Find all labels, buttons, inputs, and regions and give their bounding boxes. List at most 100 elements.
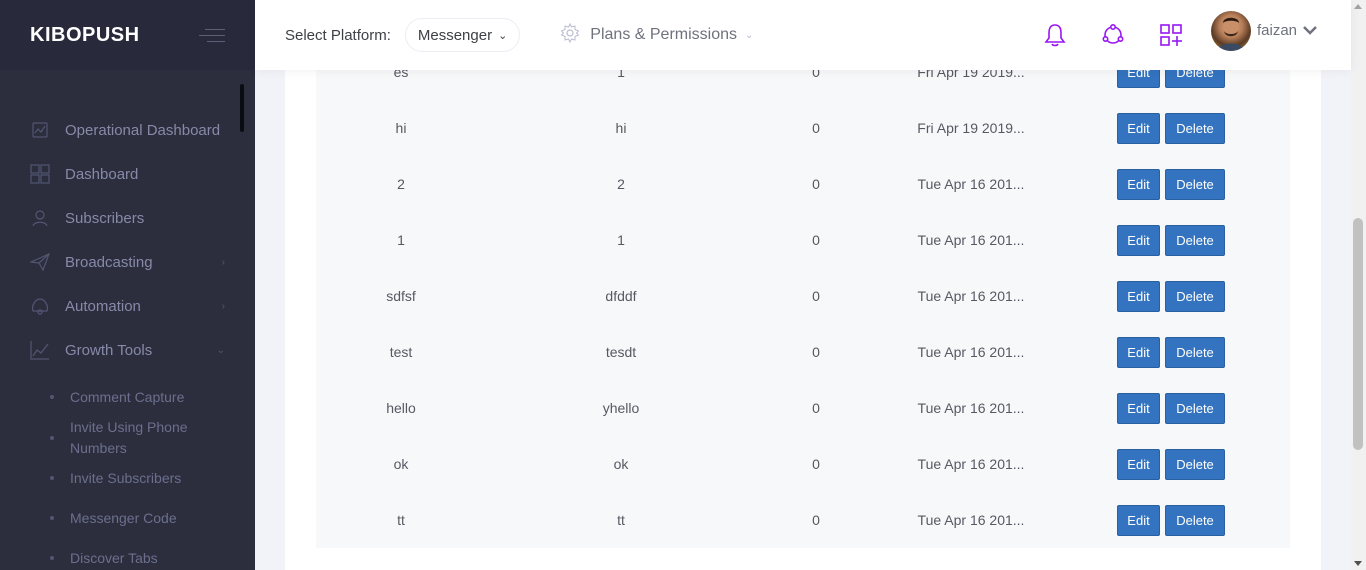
- sidebar-item-label: Operational Dashboard: [65, 121, 221, 139]
- cell-actions: Edit Delete: [1106, 380, 1236, 436]
- delete-button[interactable]: Delete: [1165, 280, 1225, 312]
- sidebar-item-label: Growth Tools: [65, 341, 153, 359]
- delete-button[interactable]: Delete: [1165, 168, 1225, 200]
- cell-name: tt: [397, 512, 405, 528]
- cell-date: Fri Apr 19 2019...: [917, 120, 1025, 136]
- cell-count: 0: [812, 400, 820, 416]
- delete-button[interactable]: Delete: [1165, 112, 1225, 144]
- edit-button[interactable]: Edit: [1117, 504, 1160, 536]
- cell-date: Tue Apr 16 201...: [917, 232, 1025, 248]
- cell-date: Tue Apr 16 201...: [917, 288, 1025, 304]
- table-row: 1 1 0 Tue Apr 16 201... Edit Delete: [316, 212, 1290, 268]
- edit-button[interactable]: Edit: [1117, 448, 1160, 480]
- sidebar-subitem-comment-capture[interactable]: Comment Capture: [0, 382, 255, 412]
- cell-name: 1: [397, 232, 405, 248]
- sidebar-subitem-label: Comment Capture: [70, 388, 185, 405]
- cell-count: 0: [812, 512, 820, 528]
- edit-button[interactable]: Edit: [1117, 168, 1160, 200]
- sidebar-item-automation[interactable]: Automation ›: [0, 284, 255, 328]
- sidebar-subitem-label: Messenger Code: [70, 509, 177, 526]
- cell-value: ok: [613, 456, 629, 472]
- cell-value: 1: [617, 232, 625, 248]
- sidebar-item-dashboard[interactable]: Dashboard: [0, 152, 255, 196]
- sidebar-subitem-label: Discover Tabs: [70, 549, 158, 566]
- cell-actions: Edit Delete: [1106, 268, 1236, 324]
- brand-logo[interactable]: KIBOPUSH: [30, 24, 140, 47]
- sidebar-item-subscribers[interactable]: Subscribers: [0, 196, 255, 240]
- sidebar-item-operational-dashboard[interactable]: Operational Dashboard: [0, 108, 255, 152]
- edit-button[interactable]: Edit: [1117, 392, 1160, 424]
- chevron-down-icon: ⌄: [745, 29, 754, 41]
- automation-icon: [30, 296, 50, 316]
- cell-name: ok: [393, 456, 409, 472]
- scroll-up-icon[interactable]: [1354, 4, 1362, 9]
- sidebar-item-growth-tools[interactable]: Growth Tools ⌄: [0, 328, 255, 372]
- delete-button[interactable]: Delete: [1165, 336, 1225, 368]
- cell-count: 0: [812, 232, 820, 248]
- cell-name: hello: [386, 400, 416, 416]
- delete-button[interactable]: Delete: [1165, 392, 1225, 424]
- cell-count: 0: [812, 120, 820, 136]
- cell-value: tt: [617, 512, 625, 528]
- top-header: Select Platform: Messenger ⌄ Plans & Per…: [255, 0, 1351, 70]
- cell-count: 0: [812, 344, 820, 360]
- platform-select[interactable]: Messenger ⌄: [404, 18, 521, 52]
- delete-button[interactable]: Delete: [1165, 224, 1225, 256]
- table-row: hello yhello 0 Tue Apr 16 201... Edit De…: [316, 380, 1290, 436]
- sidebar-subitem-invite-phone[interactable]: Invite Using Phone Numbers: [0, 412, 230, 464]
- bullet-icon: [50, 516, 54, 520]
- cell-actions: Edit Delete: [1106, 324, 1236, 380]
- operational-dashboard-icon: [30, 120, 50, 140]
- sidebar-item-label: Broadcasting: [65, 253, 153, 271]
- edit-button[interactable]: Edit: [1117, 336, 1160, 368]
- sidebar-subitem-discover-tabs[interactable]: Discover Tabs: [0, 544, 255, 570]
- sidebar-subitem-messenger-code[interactable]: Messenger Code: [0, 492, 255, 544]
- cell-value: yhello: [602, 400, 640, 416]
- data-table: es 1 0 Fri Apr 19 2019... Edit Delete hi…: [316, 44, 1290, 548]
- username[interactable]: faizan: [1257, 22, 1297, 39]
- delete-button[interactable]: Delete: [1165, 504, 1225, 536]
- network-icon[interactable]: [1098, 20, 1128, 50]
- sidebar-subitem-label: Invite Subscribers: [70, 469, 182, 486]
- platform-label: Select Platform:: [285, 26, 391, 44]
- brand-bar: KIBOPUSH: [0, 0, 255, 70]
- cell-date: Tue Apr 16 201...: [917, 512, 1025, 528]
- edit-button[interactable]: Edit: [1117, 224, 1160, 256]
- dashboard-icon: [30, 164, 50, 184]
- table-row: 2 2 0 Tue Apr 16 201... Edit Delete: [316, 156, 1290, 212]
- plans-permissions-dropdown[interactable]: Plans & Permissions ⌄: [560, 22, 754, 48]
- cell-actions: Edit Delete: [1106, 436, 1236, 492]
- scroll-down-icon[interactable]: [1354, 561, 1362, 566]
- bullet-icon: [50, 436, 54, 440]
- bell-icon[interactable]: [1040, 20, 1070, 50]
- cell-count: 0: [812, 456, 820, 472]
- table-row: tt tt 0 Tue Apr 16 201... Edit Delete: [316, 492, 1290, 548]
- table-row: sdfsf dfddf 0 Tue Apr 16 201... Edit Del…: [316, 268, 1290, 324]
- cell-actions: Edit Delete: [1106, 492, 1236, 548]
- bullet-icon: [50, 395, 54, 399]
- cell-count: 0: [812, 176, 820, 192]
- platform-select-value: Messenger: [417, 26, 493, 44]
- cell-count: 0: [812, 288, 820, 304]
- chevron-down-icon: ⌄: [498, 29, 508, 42]
- table-row: hi hi 0 Fri Apr 19 2019... Edit Delete: [316, 100, 1290, 156]
- cell-value: hi: [615, 120, 627, 136]
- sidebar-subitem-invite-subscribers[interactable]: Invite Subscribers: [0, 464, 255, 492]
- bullet-icon: [50, 476, 54, 480]
- avatar[interactable]: [1211, 11, 1251, 51]
- page-scrollbar[interactable]: [1351, 0, 1366, 570]
- delete-button[interactable]: Delete: [1165, 448, 1225, 480]
- cell-name: 2: [397, 176, 405, 192]
- edit-button[interactable]: Edit: [1117, 280, 1160, 312]
- chevron-down-icon[interactable]: [1303, 22, 1317, 38]
- scrollbar-thumb[interactable]: [1353, 218, 1363, 450]
- chevron-right-icon: ›: [221, 256, 225, 268]
- cell-name: hi: [395, 120, 407, 136]
- bullet-icon: [50, 556, 54, 560]
- menu-toggle-icon[interactable]: [199, 27, 225, 43]
- sidebar-item-label: Automation: [65, 297, 141, 315]
- sidebar-item-broadcasting[interactable]: Broadcasting ›: [0, 240, 255, 284]
- apps-grid-icon[interactable]: [1156, 20, 1186, 50]
- edit-button[interactable]: Edit: [1117, 112, 1160, 144]
- sidebar-subitem-label: Invite Using Phone Numbers: [70, 419, 188, 456]
